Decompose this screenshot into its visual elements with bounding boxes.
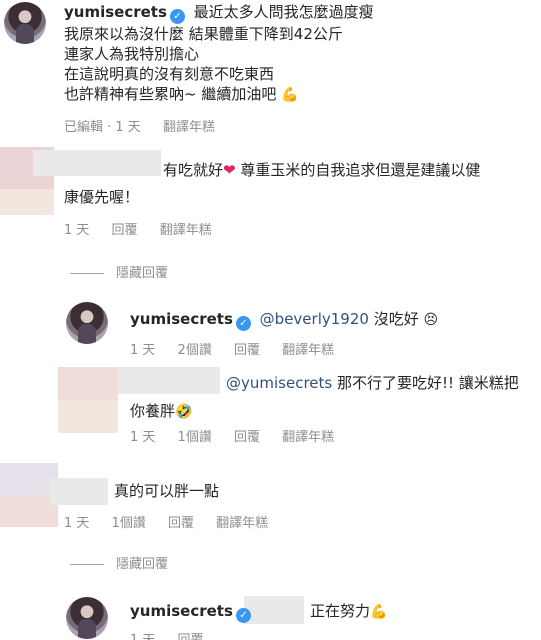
translate-link[interactable]: 翻譯年糕: [160, 223, 212, 238]
reply-link[interactable]: 回覆: [168, 516, 194, 531]
verified-badge-icon: ✓: [235, 608, 251, 623]
mention-link[interactable]: @yumisecrets: [226, 374, 332, 392]
comment-text: 你養胖: [130, 402, 176, 420]
reply-body: yumisecrets ✓ @beverly1920 沒吃好 😣: [130, 309, 438, 331]
comment-meta: 1 天 2個讚 回覆 翻譯年糕: [130, 339, 352, 358]
username[interactable]: yumisecrets: [64, 3, 167, 21]
comment-text: 康優先喔！: [64, 188, 140, 206]
translate-link[interactable]: 翻譯年糕: [282, 343, 334, 358]
comment-meta: 已編輯 · 1 天 翻譯年糕: [64, 116, 233, 135]
comment-text: 有吃就好: [163, 161, 224, 179]
blurred-username: [118, 367, 220, 394]
mention-link[interactable]: @beverly1920: [260, 310, 369, 328]
reply-link[interactable]: 回覆: [234, 343, 260, 358]
avatar[interactable]: [4, 2, 46, 44]
reply-link[interactable]: 回覆: [178, 633, 204, 640]
reply-link[interactable]: 回覆: [234, 430, 260, 445]
blurred-avatar: [0, 189, 54, 215]
comment-line: 最近太多人問我怎麼過度瘦: [193, 3, 374, 21]
red-heart-emoji: ❤: [223, 161, 236, 179]
like-count[interactable]: 1個讚: [112, 516, 146, 531]
comment-meta: 1 天 1個讚 回覆 翻譯年糕: [64, 512, 286, 531]
flexed-biceps-emoji: 💪: [370, 604, 388, 620]
comment-meta: 1 天 回覆 翻譯年糕: [64, 219, 230, 238]
hide-replies-toggle[interactable]: 隱藏回覆: [70, 553, 168, 572]
timestamp: 1 天: [130, 430, 156, 445]
timestamp: 1 天: [130, 633, 155, 640]
username[interactable]: yumisecrets: [130, 310, 233, 328]
comment-line: 在這說明真的沒有刻意不吃東西: [64, 65, 275, 83]
comment-line: 連家人為我特別擔心: [64, 45, 200, 63]
translate-link[interactable]: 翻譯年糕: [282, 430, 334, 445]
avatar[interactable]: [66, 302, 108, 344]
comment-meta: 1 天 回覆: [130, 629, 222, 640]
verified-badge-icon: ✓: [169, 9, 185, 24]
comment-text: 尊重玉米的自我追求但還是建議以健: [240, 161, 481, 179]
flexed-biceps-emoji: 💪: [281, 87, 299, 103]
avatar[interactable]: [66, 597, 108, 639]
reply-body: yumisecrets ✓: [130, 601, 255, 623]
timestamp: 1 天: [64, 223, 90, 238]
comment-main: yumisecrets ✓ 最近太多人問我怎麼過度瘦 我原來以為沒什麼 結果體重下…: [64, 2, 534, 105]
comment-text: 那不行了要吃好!! 讓米糕把: [332, 374, 519, 392]
reply-link[interactable]: 回覆: [112, 223, 138, 238]
blurred-username: [50, 478, 108, 505]
comment-line: 我原來以為沒什麼 結果體重下降到42公斤: [64, 25, 343, 43]
persevering-face-emoji: 😣: [423, 312, 439, 328]
blurred-username: [33, 150, 161, 176]
divider: [70, 273, 104, 274]
reply-body: 你養胖🤣: [130, 401, 192, 422]
comment-line: 也許精神有些累吶~ 繼續加油吧: [64, 85, 277, 103]
like-count[interactable]: 1個讚: [178, 430, 212, 445]
timestamp: 1 天: [64, 516, 90, 531]
rolling-laughing-emoji: 🤣: [175, 404, 193, 420]
hide-replies-toggle[interactable]: 隱藏回覆: [70, 262, 168, 281]
translate-link[interactable]: 翻譯年糕: [163, 120, 215, 135]
timestamp: 1 天: [130, 343, 156, 358]
reply-body: @yumisecrets 那不行了要吃好!! 讓米糕把: [226, 373, 519, 393]
like-count[interactable]: 2個讚: [178, 343, 212, 358]
blurred-avatar: [58, 367, 118, 400]
translate-link[interactable]: 翻譯年糕: [216, 516, 268, 531]
reply-body: 正在努力💪: [310, 601, 387, 622]
comment-text: 正在努力: [310, 602, 371, 620]
timestamp: 已編輯 · 1 天: [64, 120, 141, 135]
comment-body: 有吃就好❤ 尊重玉米的自我追求但還是建議以健: [163, 160, 535, 180]
comment-text: 沒吃好: [368, 310, 419, 328]
verified-badge-icon: ✓: [235, 316, 251, 331]
divider: [70, 564, 104, 565]
comment-text: 真的可以胖一點: [114, 482, 220, 500]
blurred-avatar: [58, 400, 118, 433]
username[interactable]: yumisecrets: [130, 602, 233, 620]
comment-meta: 1 天 1個讚 回覆 翻譯年糕: [130, 426, 352, 445]
